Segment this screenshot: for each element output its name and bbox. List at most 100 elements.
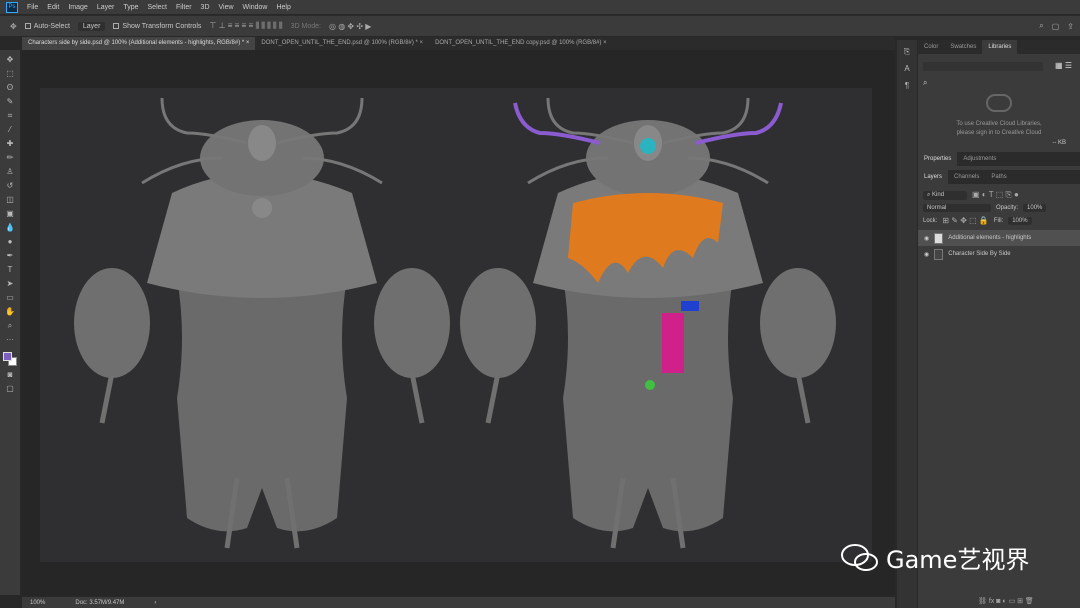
tab-color[interactable]: Color <box>918 40 944 54</box>
library-message: To use Creative Cloud Libraries, please s… <box>918 120 1080 138</box>
more-tools-icon[interactable]: ··· <box>4 334 16 345</box>
color-swatches[interactable] <box>3 352 17 366</box>
tab-label: DONT_OPEN_UNTIL_THE_END.psd @ 100% (RGB/… <box>261 40 418 46</box>
blend-mode-dropdown[interactable]: Normal <box>923 204 991 212</box>
menu-image[interactable]: Image <box>68 4 87 11</box>
status-bar: 100% Doc: 3.57M/9.47M › <box>22 597 895 608</box>
tab-libraries[interactable]: Libraries <box>982 40 1018 54</box>
3d-mode-label: 3D Mode: <box>290 22 321 30</box>
layer-thumbnail <box>934 232 944 244</box>
screen-mode-icon[interactable]: ▢ <box>4 383 16 394</box>
libraries-tabs: Color Swatches Libraries <box>918 40 1080 54</box>
layer-row[interactable]: ◉ Additional elements - highlights <box>918 230 1080 246</box>
fill-field[interactable]: 100% <box>1008 216 1032 225</box>
share-icon[interactable]: ⇪ <box>1067 22 1074 31</box>
tab-characters-side-by-side[interactable]: Characters side by side.psd @ 100% (Addi… <box>22 37 256 50</box>
layer-dropdown[interactable]: Layer <box>77 21 106 31</box>
workspace-icon[interactable]: ▢ <box>1052 22 1060 31</box>
library-dropdown[interactable] <box>923 62 1043 71</box>
menu-view[interactable]: View <box>219 4 234 11</box>
align-icons[interactable]: ⊤ ⊥ ≡ ≡ ≡ ≡ ⫼ ⫼ ⫼ ⫼ ⫼ <box>209 21 282 31</box>
lasso-tool-icon[interactable]: ʘ <box>4 82 16 93</box>
tab-label: DONT_OPEN_UNTIL_THE_END copy.psd @ 100% … <box>435 40 602 46</box>
foreground-color[interactable] <box>3 352 12 361</box>
lock-icons[interactable]: ⊞ ✎ ✥ ⬚ 🔒 <box>942 216 989 225</box>
marquee-tool-icon[interactable]: ⬚ <box>4 68 16 79</box>
type-tool-icon[interactable]: T <box>4 264 16 275</box>
tab-layers[interactable]: Layers <box>918 170 949 184</box>
menu-bar: Ps File Edit Image Layer Type Select Fil… <box>0 0 1080 14</box>
hand-tool-icon[interactable]: ✋ <box>4 306 16 317</box>
dodge-tool-icon[interactable]: ● <box>4 236 16 247</box>
character-panel-icon[interactable]: A <box>901 63 913 74</box>
close-icon[interactable]: × <box>420 40 424 46</box>
history-brush-icon[interactable]: ↺ <box>4 180 16 191</box>
pen-tool-icon[interactable]: ✒ <box>4 250 16 261</box>
layer-name: Additional elements - highlights <box>948 235 1032 241</box>
move-icon[interactable]: ✥ <box>10 22 17 31</box>
paragraph-panel-icon[interactable]: ¶ <box>901 80 913 91</box>
tab-paths[interactable]: Paths <box>985 170 1012 184</box>
menu-select[interactable]: Select <box>148 4 167 11</box>
tab-adjustments[interactable]: Adjustments <box>957 152 1002 166</box>
search-icon[interactable]: ⌕ <box>923 78 927 88</box>
menu-type[interactable]: Type <box>123 4 138 11</box>
zoom-level[interactable]: 100% <box>30 600 45 606</box>
photoshop-logo: Ps <box>6 1 18 13</box>
tab-swatches[interactable]: Swatches <box>944 40 982 54</box>
eye-icon[interactable]: ◉ <box>924 251 929 258</box>
kind-filter[interactable]: ⌕ Kind <box>923 190 967 200</box>
blur-tool-icon[interactable]: 💧 <box>4 222 16 233</box>
crop-tool-icon[interactable]: ⌗ <box>4 110 16 121</box>
auto-select-checkbox[interactable]: Auto-Select <box>24 23 70 30</box>
highlight-cyan <box>640 138 656 154</box>
tab-properties[interactable]: Properties <box>918 152 958 166</box>
highlight-green <box>645 380 655 390</box>
healing-tool-icon[interactable]: ✚ <box>4 138 16 149</box>
fill-label: Fill: <box>993 217 1004 224</box>
menu-window[interactable]: Window <box>243 4 268 11</box>
menu-3d[interactable]: 3D <box>201 4 210 11</box>
creative-cloud-icon <box>986 94 1012 112</box>
path-select-icon[interactable]: ➤ <box>4 278 16 289</box>
close-icon[interactable]: × <box>246 40 250 46</box>
tools-panel: ✥ ⬚ ʘ ✎ ⌗ ⁄ ✚ ✏ ♙ ↺ ◫ ▣ 💧 ● ✒ T ➤ ▭ ✋ ⌕ … <box>0 50 20 595</box>
characters-artwork <box>40 88 872 562</box>
quick-select-tool-icon[interactable]: ✎ <box>4 96 16 107</box>
eyedropper-tool-icon[interactable]: ⁄ <box>4 124 16 135</box>
library-message-line: To use Creative Cloud Libraries, <box>956 121 1042 127</box>
stamp-tool-icon[interactable]: ♙ <box>4 166 16 177</box>
move-tool-icon[interactable]: ✥ <box>4 54 16 65</box>
brush-tool-icon[interactable]: ✏ <box>4 152 16 163</box>
filter-icons[interactable]: ▣ ◐ T ⬚ ⎘ ● <box>972 190 1019 200</box>
tab-channels[interactable]: Channels <box>948 170 985 184</box>
layer-actions-icons[interactable]: ⛓ fx ◙ ◐ ▭ ⊞ 🗑 <box>978 597 1034 605</box>
menu-filter[interactable]: Filter <box>176 4 192 11</box>
tab-dont-open-copy[interactable]: DONT_OPEN_UNTIL_THE_END copy.psd @ 100% … <box>429 37 613 50</box>
menu-edit[interactable]: Edit <box>47 4 59 11</box>
menu-file[interactable]: File <box>27 4 38 11</box>
document-tabs: Characters side by side.psd @ 100% (Addi… <box>22 37 895 50</box>
eye-icon[interactable]: ◉ <box>924 235 929 242</box>
status-menu-arrow[interactable]: › <box>154 600 156 606</box>
transform-controls-checkbox[interactable]: Show Transform Controls <box>113 23 201 30</box>
close-icon[interactable]: × <box>603 40 607 46</box>
menu-layer[interactable]: Layer <box>97 4 115 11</box>
menu-help[interactable]: Help <box>276 4 290 11</box>
eraser-tool-icon[interactable]: ◫ <box>4 194 16 205</box>
watermark: Game艺视界 <box>840 540 1029 575</box>
layer-row[interactable]: ◉ Character Side By Side <box>918 246 1080 262</box>
zoom-tool-icon[interactable]: ⌕ <box>4 320 16 331</box>
grid-list-view-icons[interactable]: ▦ ☰ <box>1055 61 1072 70</box>
properties-tabs: Properties Adjustments <box>918 152 1080 166</box>
opacity-field[interactable]: 100% <box>1023 204 1047 212</box>
tab-dont-open[interactable]: DONT_OPEN_UNTIL_THE_END.psd @ 100% (RGB/… <box>255 37 429 50</box>
panel-icon-strip: ⎘ A ¶ <box>897 40 917 608</box>
3d-tools-icons[interactable]: ◎ ◍ ✥ ✣ ▶ <box>329 22 371 31</box>
gradient-tool-icon[interactable]: ▣ <box>4 208 16 219</box>
shape-tool-icon[interactable]: ▭ <box>4 292 16 303</box>
search-icon[interactable]: ⌕ <box>1039 21 1043 31</box>
quick-mask-icon[interactable]: ◙ <box>4 369 16 380</box>
history-panel-icon[interactable]: ⎘ <box>901 46 913 57</box>
canvas-area[interactable] <box>22 50 895 596</box>
